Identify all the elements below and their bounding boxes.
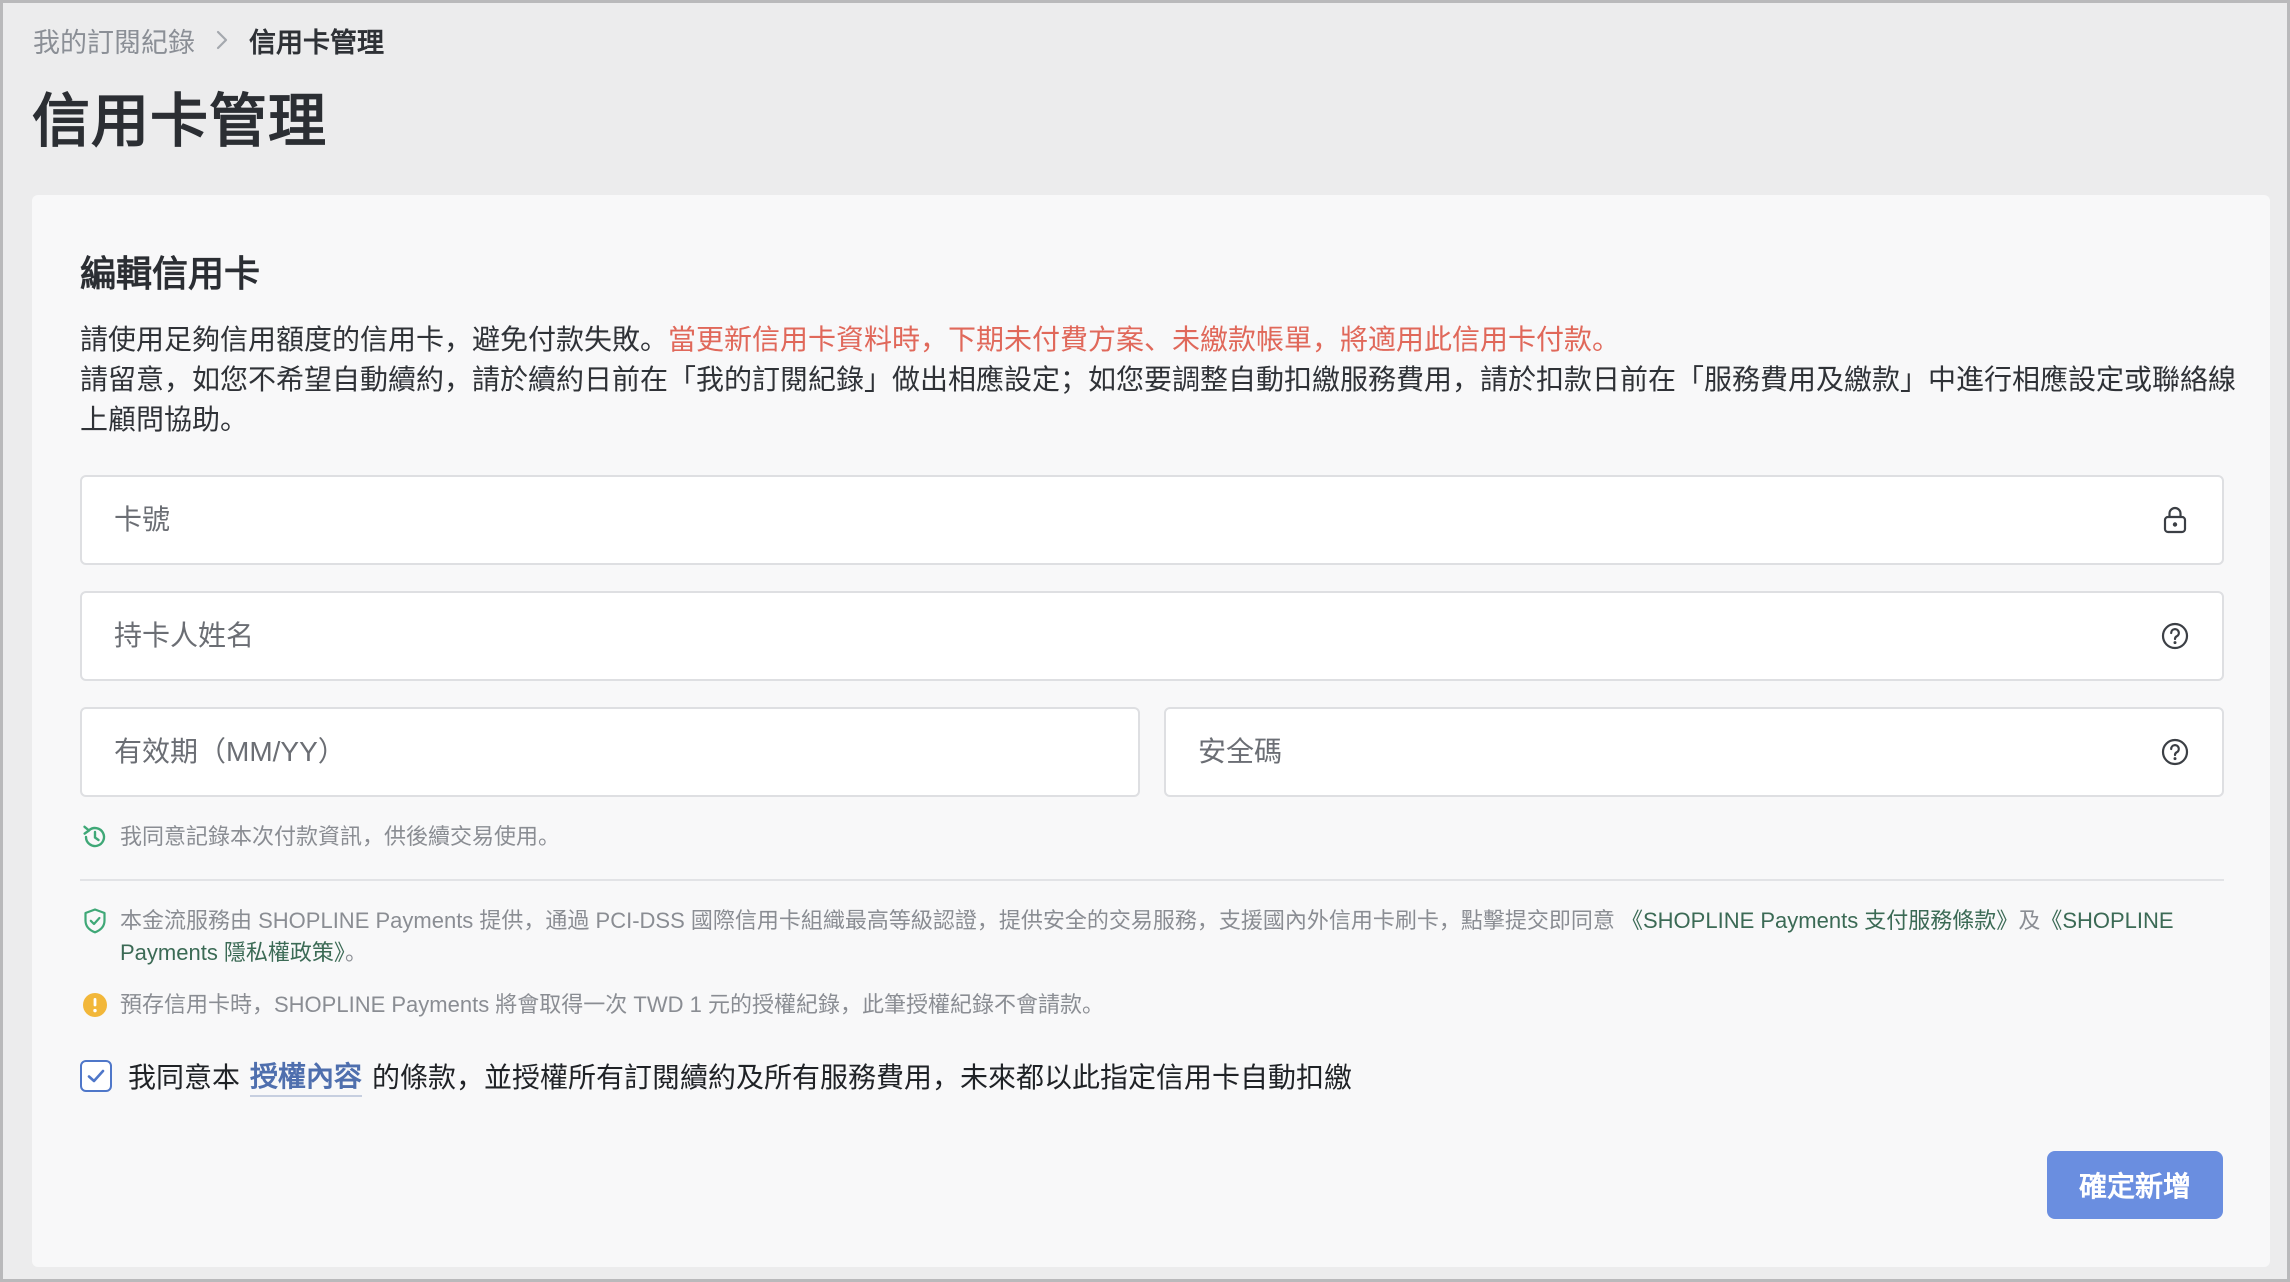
expiry-date-input[interactable] [114,709,1106,795]
security-code-field [1164,707,2224,797]
card-title: 編輯信用卡 [80,253,261,294]
cardholder-name-field [80,591,2224,681]
description-warning: 當更新信用卡資料時，下期未付費方案、未繳款帳單，將適用此信用卡付款。 [668,324,1621,355]
breadcrumb-current: 信用卡管理 [249,27,384,58]
help-circle-icon[interactable] [2160,621,2190,651]
agreement-prefix: 我同意本 [128,1062,241,1093]
payment-terms-link[interactable]: 《SHOPLINE Payments 支付服務條款》 [1621,908,2018,933]
confirm-add-button[interactable]: 確定新增 [2047,1151,2223,1219]
description-notice: 請留意，如您不希望自動續約，請於續約日前在「我的訂閱紀錄」做出相應設定；如您要調… [80,364,2237,435]
authorization-agreement: 我同意本 授權內容 的條款，並授權所有訂閱續約及所有服務費用，未來都以此指定信用… [80,1055,1352,1097]
security-note: 本金流服務由 SHOPLINE Payments 提供，通過 PCI-DSS 國… [80,905,2230,969]
shield-check-icon [80,905,110,937]
divider [80,879,2224,881]
checkmark-icon [87,1069,105,1083]
info-icon [80,989,110,1021]
cardholder-name-input[interactable] [114,593,2160,679]
save-info-text: 我同意記錄本次付款資訊，供後續交易使用。 [120,824,561,849]
description-text: 請使用足夠信用額度的信用卡，避免付款失敗。 [80,324,669,355]
save-info-note: 我同意記錄本次付款資訊，供後續交易使用。 [80,821,560,853]
security-note-prefix: 本金流服務由 SHOPLINE Payments 提供，通過 PCI-DSS 國… [120,908,1621,933]
security-note-and: 及 [2018,908,2041,933]
security-code-input[interactable] [1198,709,2160,795]
lock-icon [2160,505,2190,535]
card-description: 請使用足夠信用額度的信用卡，避免付款失敗。當更新信用卡資料時，下期未付費方案、未… [80,320,2240,440]
help-circle-icon[interactable] [2160,737,2190,767]
history-refresh-icon [80,821,110,853]
agreement-checkbox[interactable] [80,1060,112,1092]
security-note-text: 本金流服務由 SHOPLINE Payments 提供，通過 PCI-DSS 國… [120,905,2230,969]
expiry-date-field [80,707,1140,797]
preauth-note: 預存信用卡時，SHOPLINE Payments 將會取得一次 TWD 1 元的… [80,989,1104,1021]
agreement-suffix: 的條款，並授權所有訂閱續約及所有服務費用，未來都以此指定信用卡自動扣繳 [372,1062,1353,1093]
authorization-content-link[interactable]: 授權內容 [250,1055,363,1097]
card-number-input[interactable] [114,477,2160,563]
card-number-field [80,475,2224,565]
breadcrumb-link-subscriptions[interactable]: 我的訂閱紀錄 [33,21,195,60]
preauth-text: 預存信用卡時，SHOPLINE Payments 將會取得一次 TWD 1 元的… [120,992,1104,1017]
chevron-right-icon [215,29,229,51]
breadcrumb: 我的訂閱紀錄 信用卡管理 [33,18,384,62]
security-note-suffix: 。 [344,940,367,965]
page-title: 信用卡管理 [32,89,328,154]
credit-card-form-card: 編輯信用卡 請使用足夠信用額度的信用卡，避免付款失敗。當更新信用卡資料時，下期未… [32,195,2270,1267]
